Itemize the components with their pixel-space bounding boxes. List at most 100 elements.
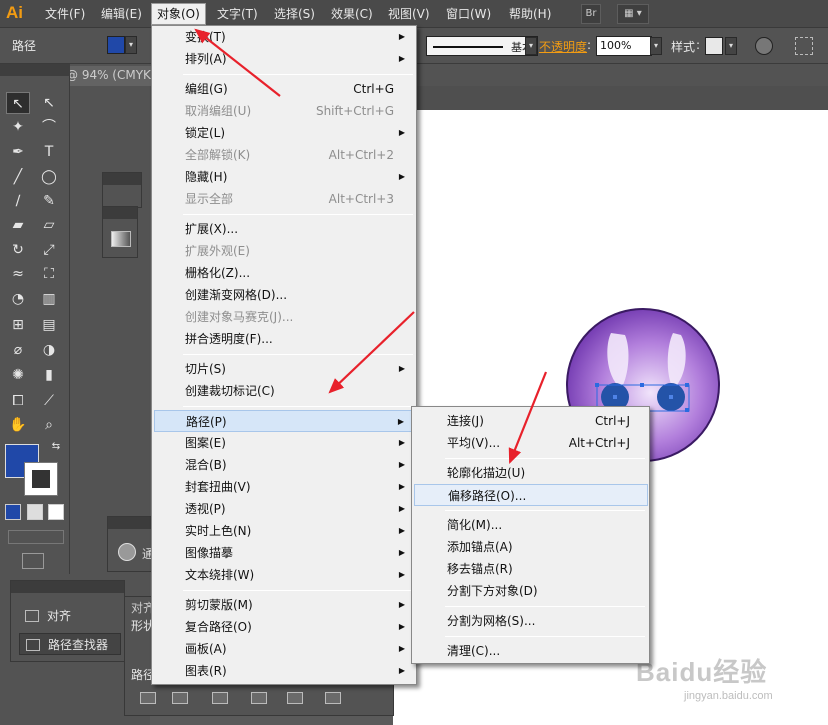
menu-item-expand[interactable]: 扩展(X)... [154, 218, 414, 240]
fill-dropdown-arrow[interactable]: ▾ [125, 36, 137, 54]
menu-file[interactable]: 文件(F) [40, 5, 90, 24]
menu-item-image-trace[interactable]: 图像描摹 ▶ [154, 542, 414, 564]
menu-item-gradient-mesh[interactable]: 创建渐变网格(D)... [154, 284, 414, 306]
color-mode-icon[interactable] [5, 504, 21, 520]
none-mode-icon[interactable] [48, 504, 64, 520]
menu-object[interactable]: 对象(O) [151, 3, 206, 25]
merge-icon[interactable] [212, 692, 228, 704]
menu-type[interactable]: 文字(T) [212, 5, 263, 24]
arrange-documents-button[interactable]: ▦ ▾ [617, 4, 649, 24]
zoom-tool-icon[interactable]: ⌕ [37, 414, 61, 436]
ellipse-tool-icon[interactable]: ◯ [37, 166, 61, 188]
symbol-sprayer-icon[interactable]: ✺ [6, 364, 30, 386]
bridge-button[interactable]: Br [581, 4, 601, 24]
menu-item-text-wrap[interactable]: 文本绕排(W) ▶ [154, 564, 414, 586]
menu-item-transform[interactable]: 变换(T) ▶ [154, 26, 414, 48]
selection-tool-icon[interactable]: ↖ [6, 92, 30, 114]
shape-builder-icon[interactable]: ◔ [6, 288, 30, 310]
crop-icon[interactable] [251, 692, 267, 704]
line-tool-icon[interactable]: ╱ [6, 166, 30, 188]
menu-window[interactable]: 窗口(W) [441, 5, 496, 24]
warp-tool-icon[interactable]: ≈ [6, 263, 30, 285]
submenu-item-average[interactable]: 平均(V)... Alt+Ctrl+J [414, 432, 648, 454]
eraser-icon[interactable]: ▱ [37, 214, 61, 236]
align-panel-item[interactable]: 对齐 [19, 605, 121, 627]
menu-item-hide[interactable]: 隐藏(H) ▶ [154, 166, 414, 188]
stroke-profile-dropdown[interactable]: 基本 [426, 36, 538, 56]
menu-item-perspective[interactable]: 透视(P) ▶ [154, 498, 414, 520]
trim-icon[interactable] [172, 692, 188, 704]
rotate-tool-icon[interactable]: ↻ [6, 239, 30, 261]
menu-item-pattern[interactable]: 图案(E) ▶ [154, 432, 414, 454]
menu-item-envelope-distort[interactable]: 封套扭曲(V) ▶ [154, 476, 414, 498]
menu-item-group[interactable]: 编组(G) Ctrl+G [154, 78, 414, 100]
submenu-item-offset-path[interactable]: 偏移路径(O)... [414, 484, 648, 506]
fill-color-swatch[interactable] [107, 36, 125, 54]
stroke-swatch[interactable] [24, 462, 58, 496]
gradient-panel-icon[interactable] [111, 231, 131, 247]
outline-icon[interactable] [287, 692, 303, 704]
menu-item-lock[interactable]: 锁定(L) ▶ [154, 122, 414, 144]
menu-item-slice[interactable]: 切片(S) ▶ [154, 358, 414, 380]
menu-edit[interactable]: 编辑(E) [96, 5, 147, 24]
menu-item-compound-path[interactable]: 复合路径(O) ▶ [154, 616, 414, 638]
menu-view[interactable]: 视图(V) [383, 5, 435, 24]
menu-item-blend[interactable]: 混合(B) ▶ [154, 454, 414, 476]
menu-item-crop-marks[interactable]: 创建裁切标记(C) [154, 380, 414, 402]
menu-item-arrange[interactable]: 排列(A) ▶ [154, 48, 414, 70]
scale-tool-icon[interactable]: ⤢ [37, 239, 61, 261]
divide-icon[interactable] [140, 692, 156, 704]
submenu-item-outline-stroke[interactable]: 轮廓化描边(U) [414, 462, 648, 484]
style-swatch[interactable] [705, 37, 723, 55]
paintbrush-icon[interactable]: ∕ [6, 190, 30, 212]
submenu-item-join[interactable]: 连接(J) Ctrl+J [414, 410, 648, 432]
mesh-tool-icon[interactable]: ⊞ [6, 314, 30, 336]
submenu-item-remove-anchor-points[interactable]: 移去锚点(R) [414, 558, 648, 580]
opacity-arrow[interactable]: ▾ [650, 37, 662, 55]
pen-tool-icon[interactable]: ✒ [6, 141, 30, 163]
graph-tool-icon[interactable]: ▮ [37, 364, 61, 386]
type-tool-icon[interactable]: T [37, 141, 61, 163]
menu-effect[interactable]: 效果(C) [326, 5, 378, 24]
blend-tool-icon[interactable]: ◑ [37, 339, 61, 361]
style-arrow[interactable]: ▾ [725, 37, 737, 55]
blob-brush-icon[interactable]: ▰ [6, 214, 30, 236]
submenu-item-simplify[interactable]: 简化(M)... [414, 514, 648, 536]
menu-item-graph[interactable]: 图表(R) ▶ [154, 660, 414, 682]
opacity-input[interactable]: 100% [596, 36, 652, 56]
direct-selection-tool-icon[interactable]: ↖ [37, 92, 61, 114]
gradient-tool-icon[interactable]: ▤ [37, 314, 61, 336]
eyedropper-icon[interactable]: ⌀ [6, 339, 30, 361]
menu-item-artboards[interactable]: 画板(A) ▶ [154, 638, 414, 660]
pencil-icon[interactable]: ✎ [37, 190, 61, 212]
submenu-item-divide-objects-below[interactable]: 分割下方对象(D) [414, 580, 648, 602]
slice-tool-icon[interactable]: ⟋ [37, 390, 61, 412]
menu-item-clipping-mask[interactable]: 剪切蒙版(M) ▶ [154, 594, 414, 616]
hand-tool-icon[interactable]: ✋ [6, 414, 30, 436]
screen-mode-icon[interactable] [22, 553, 44, 569]
minus-back-icon[interactable] [325, 692, 341, 704]
artboard-tool-icon[interactable]: ⧠ [6, 390, 30, 412]
free-transform-icon[interactable]: ⛶ [37, 263, 61, 285]
transparency-icon[interactable] [118, 543, 136, 561]
recolor-icon[interactable] [755, 37, 773, 55]
opacity-label[interactable]: 不透明度 [539, 38, 587, 55]
stroke-profile-arrow[interactable]: ▾ [525, 37, 537, 55]
gradient-mode-icon[interactable] [27, 504, 43, 520]
menu-select[interactable]: 选择(S) [269, 5, 320, 24]
swap-colors-icon[interactable]: ⇆ [44, 436, 68, 458]
align-options-icon[interactable] [795, 37, 813, 55]
submenu-item-add-anchor-points[interactable]: 添加锚点(A) [414, 536, 648, 558]
menu-help[interactable]: 帮助(H) [504, 5, 556, 24]
pathfinder-panel-item[interactable]: 路径查找器 [19, 633, 121, 655]
magic-wand-icon[interactable]: ✦ [6, 116, 30, 138]
submenu-item-clean-up[interactable]: 清理(C)... [414, 640, 648, 662]
lasso-icon[interactable]: ⌒ [37, 116, 61, 138]
draw-mode-icons[interactable] [8, 530, 64, 544]
menu-item-rasterize[interactable]: 栅格化(Z)... [154, 262, 414, 284]
menu-item-flatten-transparency[interactable]: 拼合透明度(F)... [154, 328, 414, 350]
submenu-item-split-into-grid[interactable]: 分割为网格(S)... [414, 610, 648, 632]
menu-item-path[interactable]: 路径(P) ▶ [154, 410, 414, 432]
menu-item-live-paint[interactable]: 实时上色(N) ▶ [154, 520, 414, 542]
perspective-grid-icon[interactable]: ▥ [37, 288, 61, 310]
